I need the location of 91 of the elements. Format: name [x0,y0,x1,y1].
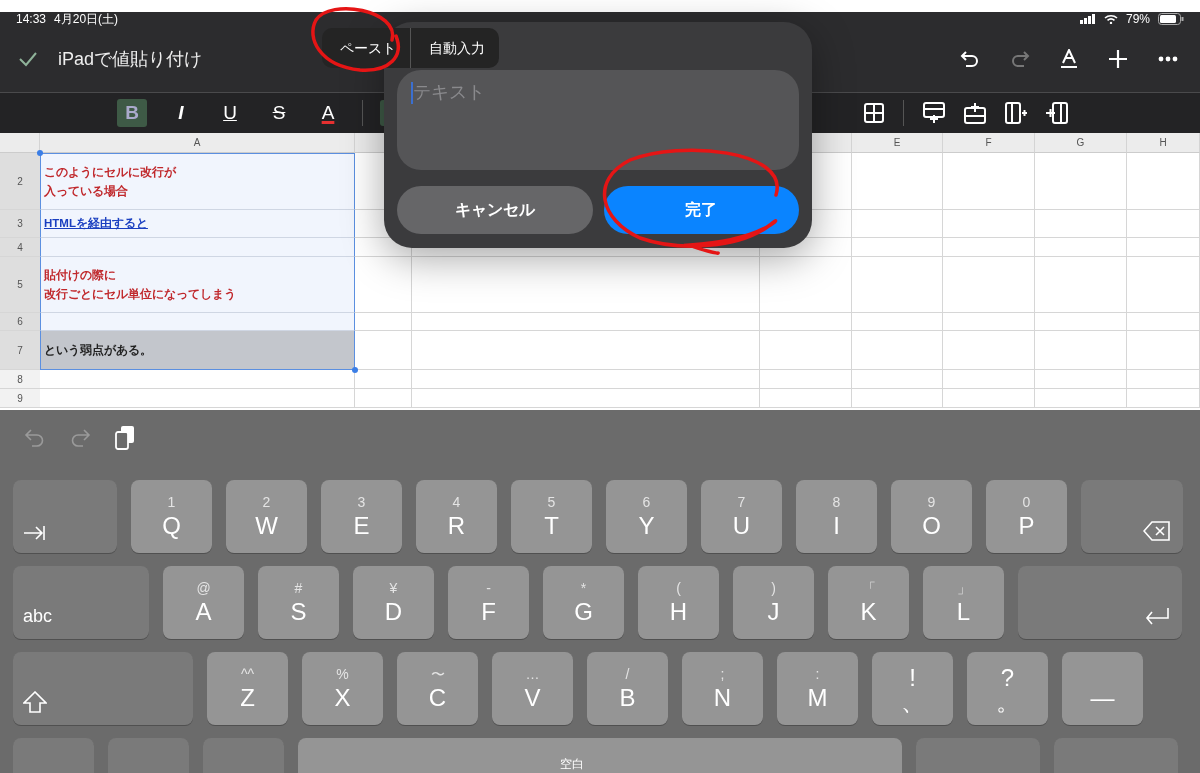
format-button[interactable]: U [215,99,245,127]
status-date: 4月20日(土) [54,12,119,26]
keyboard-key[interactable]: % X [302,652,383,725]
keyboard-key[interactable]: ^^ Z [207,652,288,725]
keyboard-key[interactable]: 1 Q [131,480,212,553]
table-cell[interactable] [40,238,355,257]
row-number[interactable]: 5 [17,279,23,290]
keyboard-key[interactable]: — [1062,652,1143,725]
delete-icon [1143,521,1171,541]
keyboard-key[interactable] [1081,480,1183,553]
format-button[interactable]: B [117,99,147,127]
keyboard-key[interactable]: ) J [733,566,814,639]
column-header[interactable]: F [943,133,1035,153]
table-cell[interactable]: このようにセルに改行が 入っている場合 [40,153,355,210]
insert-row-below-icon[interactable] [923,102,945,124]
selection-handle[interactable] [352,367,358,373]
column-header[interactable]: G [1035,133,1127,153]
keyboard-key[interactable]: 」 L [923,566,1004,639]
format-button[interactable]: I [166,99,196,127]
cancel-button[interactable]: キャンセル [397,186,593,234]
cell-text: 貼付けの際に 改行ごとにセル単位になってしまう [44,267,236,303]
keyboard-key[interactable]: 5 T [511,480,592,553]
format-button[interactable]: A [313,99,343,127]
keyboard-key[interactable]: ! 、 [872,652,953,725]
keyboard-key[interactable]: 「 K [828,566,909,639]
document-title: iPadで値貼り付け [58,48,203,71]
menu-item[interactable]: ペースト [322,28,410,68]
keyboard-key[interactable]: 9 O [891,480,972,553]
keyboard-key[interactable]: 7 U [701,480,782,553]
battery-level: 79% [1125,12,1150,26]
keyboard-key[interactable]: 3 E [321,480,402,553]
redo-icon[interactable] [69,428,91,448]
keyboard-key[interactable]: 6 Y [606,480,687,553]
done-button[interactable]: 完了 [603,186,799,234]
row-number[interactable]: 6 [17,316,23,327]
keyboard-key[interactable]: ( H [638,566,719,639]
return-icon [1144,607,1170,627]
keyboard-key[interactable]: 8 I [796,480,877,553]
column-header[interactable]: H [1127,133,1200,153]
add-icon[interactable] [1108,49,1128,69]
cell-text: このようにセルに改行が 入っている場合 [44,164,176,199]
keyboard-key[interactable]: / B [587,652,668,725]
keyboard-key[interactable]: ; N [682,652,763,725]
table-cell[interactable]: という弱点がある。 [40,331,355,370]
text-format-icon[interactable] [1060,49,1078,69]
undo-icon[interactable] [960,50,980,68]
row-number[interactable]: 7 [17,344,23,356]
keyboard-key[interactable]: : M [777,652,858,725]
keyboard-key[interactable]: 0 P [986,480,1067,553]
selection-handle[interactable] [37,150,43,156]
keyboard-key[interactable]: 空白 [298,738,902,773]
column-header[interactable]: A [40,133,355,153]
check-icon[interactable] [18,51,38,67]
table-cell[interactable] [40,313,355,331]
keyboard-key[interactable]: 4 R [416,480,497,553]
row-number[interactable]: 3 [17,218,23,229]
cell-text: HTMLを経由すると [44,216,148,232]
cell-text: という弱点がある。 [44,342,152,359]
table-cell[interactable]: HTMLを経由すると [40,210,355,238]
text-caret [411,82,413,104]
keyboard-key[interactable]: # S [258,566,339,639]
keyboard-key[interactable]: abc [13,566,149,639]
keyboard-key[interactable]: 2 W [226,480,307,553]
column-header[interactable]: E [852,133,943,153]
keyboard-key[interactable]: @ A [163,566,244,639]
insert-column-right-icon[interactable] [1005,102,1027,124]
wifi-icon [1103,14,1118,24]
signal-icon [1079,14,1096,24]
row-number[interactable]: 8 [17,373,23,385]
table-cell[interactable]: 貼付けの際に 改行ごとにセル単位になってしまう [40,257,355,313]
menu-item[interactable]: 自動入力 [410,28,499,68]
tab-icon [23,525,45,541]
row-number[interactable]: 4 [17,241,23,253]
keyboard-key[interactable]: ? 。 [967,652,1048,725]
keyboard-key[interactable]: * G [543,566,624,639]
format-button[interactable]: S [264,99,294,127]
row-number[interactable]: 9 [17,392,23,404]
more-icon[interactable] [1158,56,1178,62]
row-number[interactable]: 2 [17,175,23,187]
paste-icon[interactable] [114,425,136,451]
insert-column-left-icon[interactable] [1046,102,1068,124]
status-time: 14:33 [16,12,47,26]
insert-row-above-icon[interactable] [964,102,986,124]
keyboard-key[interactable]: 〜 C [397,652,478,725]
keyboard-key[interactable]: - F [448,566,529,639]
redo-icon[interactable] [1010,50,1030,68]
battery-icon [1158,13,1184,25]
keyboard-key[interactable]: ¥ D [353,566,434,639]
shift-icon [23,691,47,713]
keyboard-key[interactable]: … V [492,652,573,725]
borders-icon[interactable] [864,103,884,123]
